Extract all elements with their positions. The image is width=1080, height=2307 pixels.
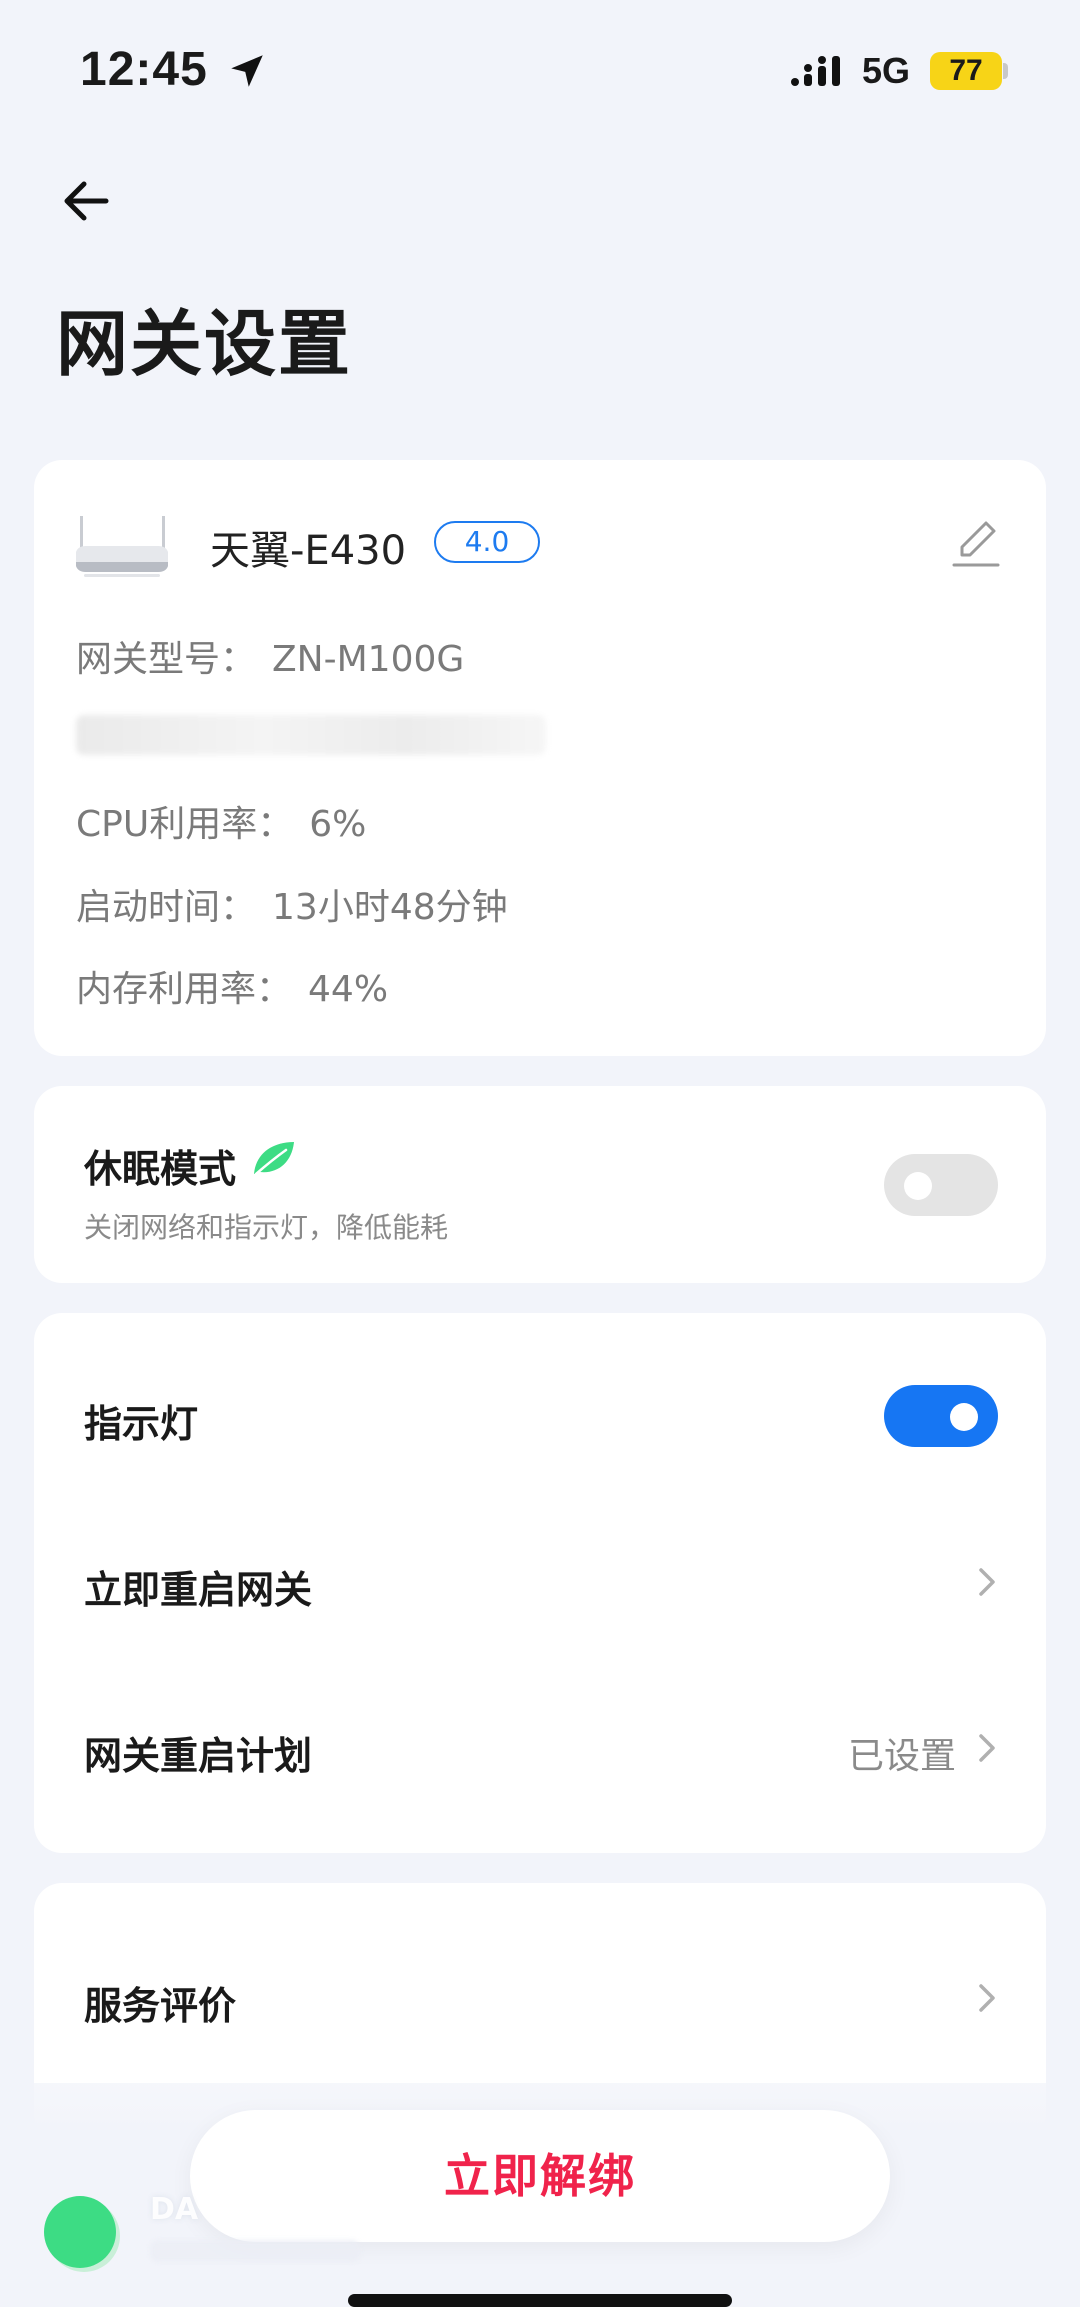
assistant-avatar[interactable] [44,2196,116,2268]
cpu-usage-label: CPU利用率： [76,804,294,845]
network-type: 5G [862,50,911,91]
battery-nub [1003,63,1008,79]
memory-usage-value: 44% [308,969,389,1010]
edit-pencil-icon[interactable] [948,515,1004,571]
toggle-knob [904,1172,932,1200]
device-info-card: 天翼-E430 4.0 网关型号： ZN-M100G CPU利用率： 6% 启动时间… [34,460,1046,1056]
cpu-usage-value: 6% [309,804,367,845]
cpu-usage-row: CPU利用率： 6% [76,795,366,847]
indicator-light-toggle[interactable] [884,1385,998,1447]
sleep-mode-title: 休眠模式 [84,1147,237,1191]
gateway-controls-card: 指示灯 立即重启网关 网关重启计划 已设置 [34,1313,1046,1853]
memory-usage-row: 内存利用率： 44% [76,960,388,1012]
uptime-label: 启动时间： [76,887,257,928]
chevron-right-icon[interactable] [976,1565,998,1599]
service-rating-label: 服务评价 [84,1984,237,2028]
indicator-light-label: 指示灯 [84,1402,199,1446]
assistant-subtitle-blur [150,2240,360,2262]
chevron-right-icon[interactable] [976,1731,998,1765]
uptime-value: 13小时48分钟 [272,887,508,928]
memory-usage-label: 内存利用率： [76,969,293,1010]
redacted-blur [76,715,546,755]
home-indicator[interactable] [348,2294,732,2307]
page-title: 网关设置 [56,302,353,386]
toggle-knob [950,1403,978,1431]
chevron-right-icon[interactable] [976,1981,998,2015]
battery-indicator: 77 [930,52,1002,90]
cellular-signal-icon [791,56,840,86]
reboot-schedule-status: 已设置 [847,1736,956,1777]
version-badge: 4.0 [434,521,540,563]
gateway-model-label: 网关型号： [76,639,257,680]
status-bar: 12:45 5G 77 [0,0,1080,140]
unbind-button[interactable]: 立即解绑 [190,2110,890,2242]
gateway-settings-page: 12:45 5G 77 网关设置 天翼-E430 4.0 网关型号： ZN-M1… [0,0,1080,2307]
location-arrow-icon [231,55,263,87]
gateway-model-value: ZN-M100G [272,639,465,680]
gateway-model-row: 网关型号： ZN-M100G [76,630,464,682]
sleep-mode-toggle[interactable] [884,1154,998,1216]
leaf-icon [254,1142,294,1176]
status-time: 12:45 [80,43,208,96]
device-name: 天翼-E430 [210,528,407,574]
assistant-label: DA [150,2192,199,2227]
mac-address-row-redacted [76,715,546,764]
sleep-mode-description: 关闭网络和指示灯，降低能耗 [84,1211,449,1244]
reboot-schedule-item[interactable]: 网关重启计划 [84,1725,312,1780]
sleep-mode-card: 休眠模式 关闭网络和指示灯，降低能耗 [34,1086,1046,1283]
reboot-now-item[interactable]: 立即重启网关 [84,1559,312,1614]
uptime-row: 启动时间： 13小时48分钟 [76,878,508,930]
router-icon [76,516,168,577]
arrow-left-icon[interactable] [58,175,114,227]
